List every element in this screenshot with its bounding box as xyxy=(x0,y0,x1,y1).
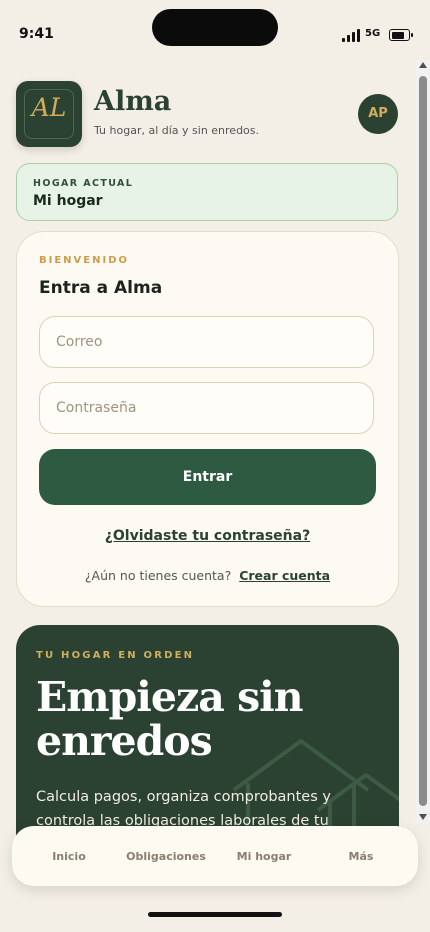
no-account-text: ¿Aún no tienes cuenta? xyxy=(84,568,232,583)
app-logo: AL xyxy=(16,81,82,147)
login-card: BIENVENIDO Entra a Alma Entrar ¿Olvidast… xyxy=(16,231,399,607)
login-title: Entra a Alma xyxy=(39,278,163,298)
hero-title: Empieza sin enredos xyxy=(36,673,304,765)
nav-item-mi-hogar[interactable]: Mi hogar xyxy=(214,850,314,863)
nav-item-inicio[interactable]: Inicio xyxy=(19,850,119,863)
dynamic-island xyxy=(152,9,278,46)
nav-item-obligaciones[interactable]: Obligaciones xyxy=(116,850,216,863)
hero-eyebrow: TU HOGAR EN ORDEN xyxy=(36,650,195,661)
nav-item-mas[interactable]: Más xyxy=(311,850,411,863)
network-type: 5G xyxy=(365,28,381,39)
household-name: Mi hogar xyxy=(33,193,103,209)
battery-icon xyxy=(389,29,413,41)
scroll-thumb[interactable] xyxy=(419,76,427,806)
current-household-card[interactable]: HOGAR ACTUAL Mi hogar xyxy=(16,163,398,221)
forgot-password-row: ¿Olvidaste tu contraseña? xyxy=(17,525,398,544)
email-input[interactable] xyxy=(39,316,374,368)
scroll-up-arrow-icon[interactable] xyxy=(419,62,427,68)
bottom-nav: Inicio Obligaciones Mi hogar Más xyxy=(12,826,418,886)
user-avatar[interactable]: AP xyxy=(358,94,398,134)
app-title: Alma xyxy=(94,86,172,117)
password-input[interactable] xyxy=(39,382,374,434)
scrollbar[interactable] xyxy=(416,60,430,824)
signal-icon xyxy=(342,29,360,42)
app-tagline: Tu hogar, al día y sin enredos. xyxy=(94,124,260,137)
logo-monogram: AL xyxy=(31,93,67,122)
scroll-down-arrow-icon[interactable] xyxy=(419,814,427,820)
login-eyebrow: BIENVENIDO xyxy=(39,255,130,266)
login-button[interactable]: Entrar xyxy=(39,449,376,505)
home-indicator xyxy=(148,912,282,917)
create-account-link[interactable]: Crear cuenta xyxy=(239,568,330,583)
status-bar: 9:41 5G xyxy=(0,0,430,60)
household-label: HOGAR ACTUAL xyxy=(33,178,134,189)
status-time: 9:41 xyxy=(19,26,54,42)
forgot-password-link[interactable]: ¿Olvidaste tu contraseña? xyxy=(105,528,310,544)
signup-row: ¿Aún no tienes cuenta? Crear cuenta xyxy=(17,568,398,583)
